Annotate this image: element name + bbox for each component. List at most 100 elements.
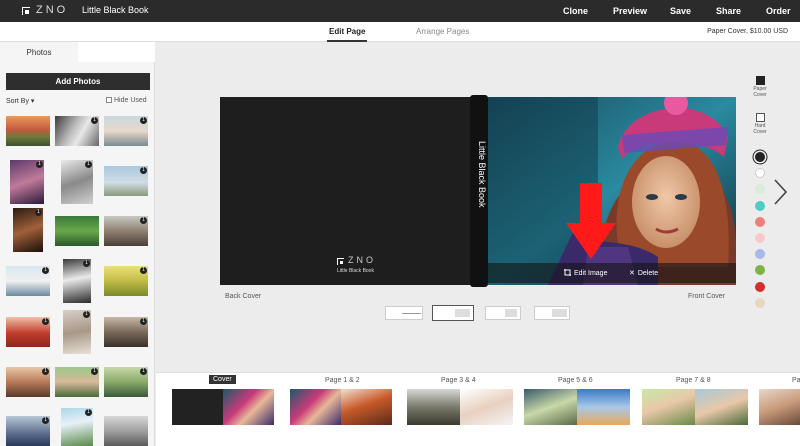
- page-label: Page 5 & 6: [558, 377, 593, 384]
- hide-used-checkbox[interactable]: [106, 97, 112, 103]
- layout-option-4[interactable]: [534, 306, 570, 320]
- spread-right-page: [695, 389, 748, 425]
- front-cover-label: Front Cover: [688, 293, 725, 300]
- cover-page-label: Cover: [209, 375, 236, 384]
- layout-option-1[interactable]: [385, 306, 423, 320]
- photo-thumbnail[interactable]: [104, 416, 148, 446]
- paper-cover-option[interactable]: Paper Cover: [752, 76, 768, 98]
- cover-color-swatch[interactable]: [755, 265, 765, 276]
- photobook-spread: ZNO Little Black Book Little Black Book: [220, 95, 736, 287]
- spread-left-page: [642, 389, 695, 425]
- usage-badge: 1: [140, 318, 147, 325]
- photo-thumbnail[interactable]: 1: [61, 160, 93, 204]
- tab-blank[interactable]: [78, 42, 155, 62]
- hard-cover-option[interactable]: Hard Cover: [752, 113, 768, 135]
- photo-thumbnail[interactable]: 1: [104, 367, 148, 397]
- photo-thumbnail[interactable]: 1: [13, 208, 43, 252]
- spread-right-page: [341, 389, 392, 425]
- page-label: Page 3 & 4: [441, 377, 476, 384]
- photo-thumbnail[interactable]: 1: [104, 166, 148, 196]
- photo-thumbnail[interactable]: 1: [63, 310, 91, 354]
- photo-thumbnail[interactable]: 1: [6, 266, 50, 296]
- usage-badge: 1: [83, 260, 90, 267]
- close-icon: ✕: [629, 270, 635, 277]
- cover-spread-thumb[interactable]: [172, 389, 274, 425]
- page-spread-thumb[interactable]: [524, 389, 630, 425]
- cover-color-swatch[interactable]: [755, 249, 765, 260]
- usage-badge: 1: [91, 117, 98, 124]
- back-cover[interactable]: ZNO Little Black Book: [220, 97, 472, 285]
- spread-right-page: [577, 389, 630, 425]
- layout-preview-block: [455, 309, 470, 317]
- back-cover-title: Little Black Book: [337, 268, 374, 274]
- page-spread-thumb[interactable]: [759, 389, 800, 425]
- share-button[interactable]: Share: [716, 6, 741, 16]
- cover-color-swatch[interactable]: [755, 233, 765, 243]
- photo-thumbnail[interactable]: 1: [61, 408, 93, 446]
- paper-cover-label: Paper Cover: [753, 86, 767, 98]
- layout-option-3[interactable]: [485, 306, 521, 320]
- front-cover[interactable]: Edit Image ✕ Delete: [488, 97, 736, 285]
- spread-left-page: [759, 389, 800, 425]
- preview-button[interactable]: Preview: [613, 6, 647, 16]
- usage-badge: 1: [91, 368, 98, 375]
- cover-color-swatch[interactable]: [755, 281, 765, 292]
- usage-badge: 1: [140, 167, 147, 174]
- delete-button[interactable]: ✕ Delete: [629, 269, 658, 277]
- price-label: Paper Cover, $10.00 USD: [707, 28, 788, 35]
- usage-badge: 1: [42, 368, 49, 375]
- usage-badge: 1: [85, 161, 92, 168]
- spine-title[interactable]: Little Black Book: [473, 141, 487, 241]
- usage-badge: 1: [42, 417, 49, 424]
- hide-used-toggle[interactable]: Hide Used: [106, 97, 147, 104]
- top-bar: ZNO Little Black Book Clone Preview Save…: [0, 0, 800, 22]
- photo-thumbnail[interactable]: 1: [104, 266, 148, 296]
- cover-color-swatch[interactable]: [755, 168, 765, 179]
- spread-front-page: [223, 389, 274, 425]
- save-button[interactable]: Save: [670, 6, 691, 16]
- photo-thumbnail[interactable]: 1: [10, 160, 44, 204]
- hide-used-label: Hide Used: [114, 97, 147, 104]
- page-label: Pa: [792, 377, 800, 384]
- photo-thumbnail[interactable]: 1: [104, 116, 148, 146]
- order-button[interactable]: Order: [766, 6, 791, 16]
- photo-thumbnail[interactable]: [6, 116, 50, 146]
- page-spread-thumb[interactable]: [407, 389, 513, 425]
- cover-color-swatch[interactable]: [755, 200, 765, 211]
- tab-edit-page[interactable]: Edit Page: [326, 27, 368, 42]
- back-cover-wordmark: ZNO: [348, 255, 376, 265]
- tab-photos[interactable]: Photos: [0, 42, 78, 62]
- layout-option-2[interactable]: [432, 305, 474, 321]
- hard-cover-label: Hard Cover: [753, 123, 767, 135]
- photo-sidebar: Photos Add Photos Sort By ▾ Hide Used 1 …: [0, 42, 155, 446]
- page-label: Page 7 & 8: [676, 377, 711, 384]
- photo-thumbnail[interactable]: [55, 216, 99, 246]
- photo-thumbnail[interactable]: 1: [63, 259, 91, 303]
- paper-cover-swatch: [755, 76, 765, 85]
- page-spread-thumb[interactable]: [642, 389, 748, 425]
- usage-badge: 1: [42, 267, 49, 274]
- cover-color-swatch[interactable]: [755, 297, 765, 308]
- add-photos-button[interactable]: Add Photos: [6, 73, 150, 90]
- photo-thumbnail[interactable]: 1: [6, 367, 50, 397]
- zno-logo[interactable]: ZNO: [22, 4, 70, 16]
- sort-by-dropdown[interactable]: Sort By ▾: [6, 97, 34, 105]
- page-spread-thumb[interactable]: [290, 389, 392, 425]
- clone-button[interactable]: Clone: [563, 6, 588, 16]
- photo-thumbnail[interactable]: 1: [6, 317, 50, 347]
- chevron-right-icon[interactable]: [772, 178, 788, 206]
- layout-preview-block: [505, 309, 517, 317]
- edit-image-button[interactable]: Edit Image: [564, 269, 607, 277]
- page-strip: Cover Page 1 & 2 Page 3 & 4 Page 5 & 6 P…: [156, 372, 800, 446]
- photo-thumbnail[interactable]: 1: [55, 367, 99, 397]
- usage-badge: 1: [140, 267, 147, 274]
- usage-badge: 1: [35, 209, 42, 216]
- photo-thumbnail[interactable]: 1: [104, 216, 148, 246]
- photo-thumbnail[interactable]: 1: [104, 317, 148, 347]
- tab-arrange-pages[interactable]: Arrange Pages: [416, 27, 469, 36]
- photo-thumbnail[interactable]: 1: [6, 416, 50, 446]
- cover-color-swatch[interactable]: [755, 184, 765, 195]
- cover-color-swatch[interactable]: [755, 152, 765, 162]
- photo-thumbnail[interactable]: 1: [55, 116, 99, 146]
- cover-color-swatch[interactable]: [755, 216, 765, 227]
